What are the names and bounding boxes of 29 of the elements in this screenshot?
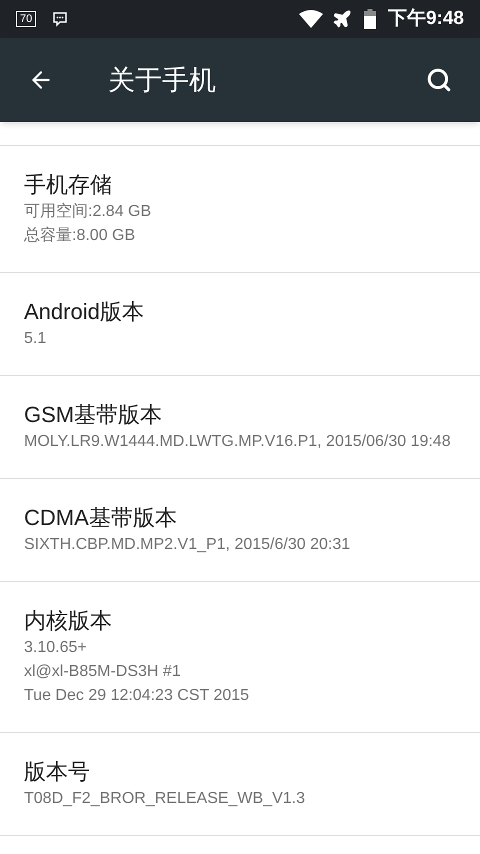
page-title: 关于手机 [108,64,216,97]
setting-item[interactable]: 内核版本 3.10.65+ xl@xl-B85M-DS3H #1 Tue Dec 29 12:04:23 CST 2015 [0,582,480,733]
setting-title: 版本号 [24,758,91,786]
sim-badge: 70 [16,11,36,27]
setting-title: Android版本 [24,298,145,326]
setting-summary: T08D_F2_BROR_RELEASE_WB_V1.3 [24,789,306,809]
setting-item[interactable]: GSM基带版本 MOLY.LR9.W1444.MD.LWTG.MP.V16.P1, 2015/06/30 19:48 [0,376,480,479]
setting-title: CDMA基带版本 [24,504,178,532]
setting-title: 内核版本 [24,607,113,635]
setting-summary: MOLY.LR9.W1444.MD.LWTG.MP.V16.P1, 2015/06/30 19:48 [24,432,452,452]
search-icon[interactable] [426,67,452,93]
setting-title: GSM基带版本 [24,401,164,429]
setting-summary: xl@xl-B85M-DS3H #1 [24,662,182,682]
airplane-icon [332,9,352,29]
setting-summary: 5.1 [24,329,48,349]
setting-summary: Tue Dec 29 12:04:23 CST 2015 [24,686,250,706]
wifi-icon [298,9,324,29]
setting-title: 手机存储 [24,171,113,199]
setting-item[interactable]: 版本号 T08D_F2_BROR_RELEASE_WB_V1.3 [0,733,480,836]
setting-summary: 3.10.65+ [24,638,88,658]
setting-summary: 总容量:8.00 GB [24,226,136,246]
clock: 下午9:48 [388,6,464,31]
setting-item[interactable]: Android版本 5.1 [0,273,480,376]
setting-item[interactable]: 手机存储 可用空间:2.84 GB 总容量:8.00 GB [0,146,480,273]
battery-icon [364,9,376,29]
setting-summary: SIXTH.CBP.MD.MP2.V1_P1, 2015/6/30 20:31 [24,535,352,555]
setting-summary: 可用空间:2.84 GB [24,202,152,222]
message-icon [52,11,68,27]
setting-item[interactable]: CDMA基带版本 SIXTH.CBP.MD.MP2.V1_P1, 2015/6/30 20:31 [0,479,480,582]
